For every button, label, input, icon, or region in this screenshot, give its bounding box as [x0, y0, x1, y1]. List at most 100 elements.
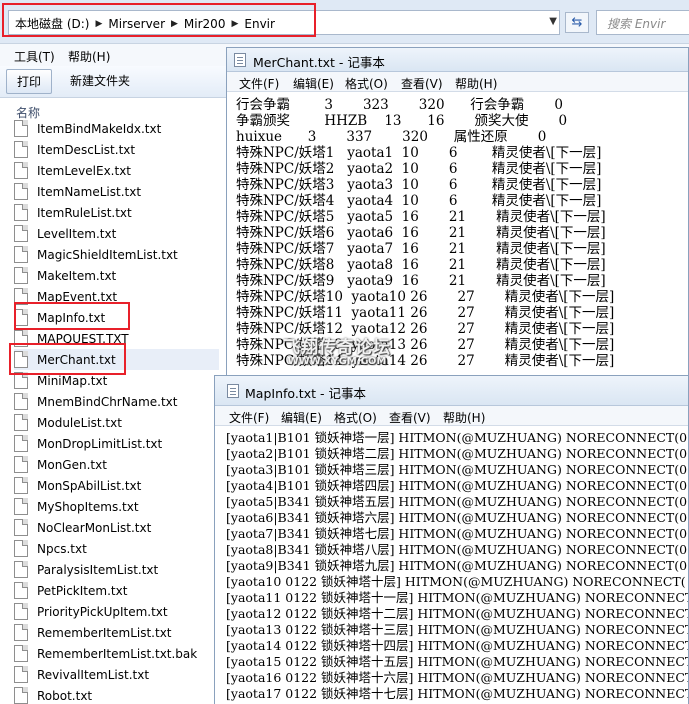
- file-name: LevelItem.txt: [37, 226, 117, 241]
- file-item[interactable]: ParalysisItemList.txt: [14, 559, 219, 580]
- file-name: NoClearMonList.txt: [37, 520, 152, 535]
- file-name: ItemRuleList.txt: [37, 205, 132, 220]
- text-file-icon: [14, 582, 28, 599]
- file-item[interactable]: MyShopItems.txt: [14, 496, 219, 517]
- new-folder-button[interactable]: 新建文件夹: [62, 69, 138, 94]
- file-name: RememberItemList.txt: [37, 625, 172, 640]
- notepad-mapinfo-window: MapInfo.txt - 记事本 文件(F) 编辑(E) 格式(O) 查看(V…: [214, 375, 689, 704]
- menu-file[interactable]: 文件(F): [229, 409, 269, 426]
- file-item[interactable]: PetPickItem.txt: [14, 580, 219, 601]
- file-item[interactable]: ItemDescList.txt: [14, 139, 219, 160]
- text-file-icon: [14, 624, 28, 641]
- file-name: MyShopItems.txt: [37, 499, 139, 514]
- file-item[interactable]: MakeItem.txt: [14, 265, 219, 286]
- menu-tools[interactable]: 工具(T): [14, 48, 55, 65]
- text-line: 特殊NPC/妖塔6 yaota6 16 21 精灵使者\[下一层]: [236, 225, 606, 241]
- text-file-icon: [14, 120, 28, 137]
- notepad-menubar: 文件(F) 编辑(E) 格式(O) 查看(V) 帮助(H): [215, 406, 688, 426]
- text-line: 特殊NPC/妖塔8 yaota8 16 21 精灵使者\[下一层]: [236, 257, 606, 273]
- menu-help[interactable]: 帮助(H): [443, 409, 485, 426]
- text-line: [yaota7|B341 锁妖神塔七层] HITMON(@MUZHUANG) N…: [226, 526, 688, 541]
- menu-edit[interactable]: 编辑(E): [293, 75, 334, 92]
- notepad-titlebar[interactable]: MerChant.txt - 记事本: [227, 48, 688, 72]
- text-file-icon: [14, 603, 28, 620]
- file-name: RememberItemList.txt.bak: [37, 646, 198, 661]
- menu-view[interactable]: 查看(V): [401, 75, 443, 92]
- text-file-icon: [14, 162, 28, 179]
- text-file-icon: [14, 141, 28, 158]
- file-item[interactable]: ItemRuleList.txt: [14, 202, 219, 223]
- text-file-icon: [14, 687, 28, 704]
- search-input[interactable]: 搜索 Envir: [596, 10, 689, 35]
- file-item[interactable]: MnemBindChrName.txt: [14, 391, 219, 412]
- print-button[interactable]: 打印: [6, 69, 52, 94]
- refresh-icon[interactable]: ⇆: [565, 12, 589, 33]
- file-name: PriorityPickUpItem.txt: [37, 604, 168, 619]
- menu-format[interactable]: 格式(O): [345, 75, 388, 92]
- watermark-logo: 飞翔传奇论坛 WWW.XYGM.COM: [283, 333, 391, 367]
- menu-format[interactable]: 格式(O): [334, 409, 377, 426]
- notepad-icon: [227, 384, 239, 398]
- text-file-icon: [14, 477, 28, 494]
- file-name: MonSpAbilList.txt: [37, 478, 142, 493]
- file-name: ItemDescList.txt: [37, 142, 136, 157]
- watermark-title: 飞翔传奇论坛: [283, 338, 391, 358]
- file-name: Robot.txt: [37, 688, 93, 703]
- file-name: ItemBindMakeIdx.txt: [37, 121, 162, 136]
- file-item[interactable]: MonGen.txt: [14, 454, 219, 475]
- text-line: [yaota14 0122 锁妖神塔十四层] HITMON(@MUZHUANG)…: [226, 638, 688, 653]
- file-item[interactable]: Npcs.txt: [14, 538, 219, 559]
- file-name: MonGen.txt: [37, 457, 107, 472]
- text-line: [yaota9|B341 锁妖神塔九层] HITMON(@MUZHUANG) N…: [226, 558, 688, 573]
- menu-edit[interactable]: 编辑(E): [281, 409, 322, 426]
- chevron-down-icon[interactable]: ▼: [549, 16, 557, 27]
- text-line: 特殊NPC/妖塔4 yaota4 10 6 精灵使者\[下一层]: [236, 193, 602, 209]
- menu-file[interactable]: 文件(F): [239, 75, 279, 92]
- file-item[interactable]: LevelItem.txt: [14, 223, 219, 244]
- file-item[interactable]: ItemNameList.txt: [14, 181, 219, 202]
- notepad-text-area[interactable]: [yaota1|B101 锁妖神塔一层] HITMON(@MUZHUANG) N…: [215, 427, 688, 704]
- text-file-icon: [14, 561, 28, 578]
- text-file-icon: [14, 414, 28, 431]
- file-item[interactable]: RememberItemList.txt.bak: [14, 643, 219, 664]
- file-name: ItemLevelEx.txt: [37, 163, 132, 178]
- file-item[interactable]: RevivalItemList.txt: [14, 664, 219, 685]
- file-item[interactable]: RememberItemList.txt: [14, 622, 219, 643]
- file-item[interactable]: ItemBindMakeIdx.txt: [14, 118, 219, 139]
- file-item[interactable]: PriorityPickUpItem.txt: [14, 601, 219, 622]
- text-line: 争霸颁奖 HHZB 13 16 颁奖大使 0: [236, 113, 568, 129]
- file-item[interactable]: MagicShieldItemList.txt: [14, 244, 219, 265]
- file-item[interactable]: ItemLevelEx.txt: [14, 160, 219, 181]
- text-file-icon: [14, 666, 28, 683]
- text-file-icon: [14, 456, 28, 473]
- text-line: 行会争霸 3 323 320 行会争霸 0: [236, 97, 563, 113]
- file-item[interactable]: Robot.txt: [14, 685, 219, 704]
- text-file-icon: [14, 246, 28, 263]
- text-file-icon: [14, 498, 28, 515]
- text-line: [yaota2|B101 锁妖神塔二层] HITMON(@MUZHUANG) N…: [226, 446, 688, 461]
- file-item[interactable]: MonSpAbilList.txt: [14, 475, 219, 496]
- file-name: ParalysisItemList.txt: [37, 562, 159, 577]
- file-item[interactable]: ModuleList.txt: [14, 412, 219, 433]
- menu-help[interactable]: 帮助(H): [455, 75, 497, 92]
- text-line: 特殊NPC/妖塔2 yaota2 10 6 精灵使者\[下一层]: [236, 161, 602, 177]
- file-name: PetPickItem.txt: [37, 583, 128, 598]
- text-line: 特殊NPC/妖塔5 yaota5 16 21 精灵使者\[下一层]: [236, 209, 606, 225]
- file-item[interactable]: NoClearMonList.txt: [14, 517, 219, 538]
- text-line: [yaota11 0122 锁妖神塔十一层] HITMON(@MUZHUANG)…: [226, 590, 688, 605]
- file-item[interactable]: MonDropLimitList.txt: [14, 433, 219, 454]
- menu-view[interactable]: 查看(V): [389, 409, 431, 426]
- file-name: RevivalItemList.txt: [37, 667, 150, 682]
- text-file-icon: [14, 393, 28, 410]
- text-line: [yaota8|B341 锁妖神塔八层] HITMON(@MUZHUANG) N…: [226, 542, 688, 557]
- text-file-icon: [14, 267, 28, 284]
- file-name: ItemNameList.txt: [37, 184, 142, 199]
- merchant-highlight-box: [9, 343, 126, 375]
- text-file-icon: [14, 435, 28, 452]
- menu-help[interactable]: 帮助(H): [68, 48, 110, 65]
- text-file-icon: [14, 204, 28, 221]
- notepad-titlebar[interactable]: MapInfo.txt - 记事本: [215, 376, 688, 406]
- notepad-title: MapInfo.txt - 记事本: [245, 386, 366, 401]
- text-line: [yaota17 0122 锁妖神塔十七层] HITMON(@MUZHUANG)…: [226, 686, 688, 701]
- text-file-icon: [14, 225, 28, 242]
